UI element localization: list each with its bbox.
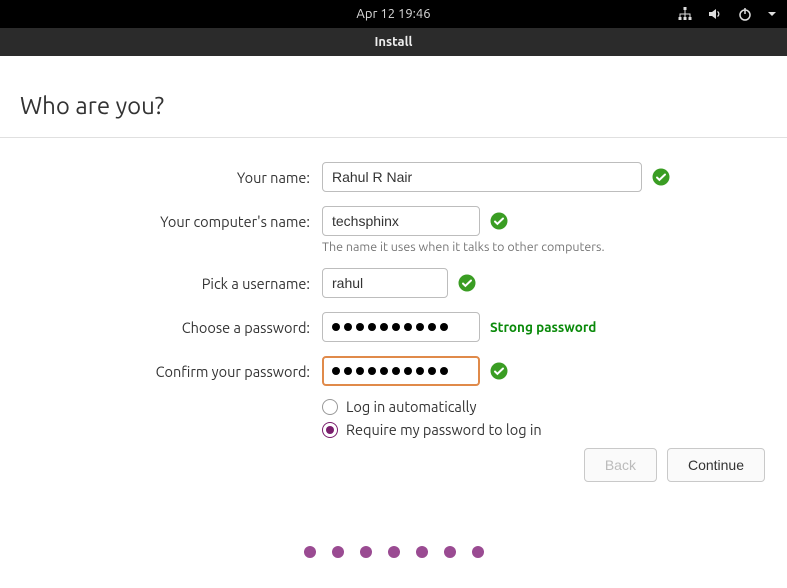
label-computer-name: Your computer's name:: [20, 213, 310, 230]
label-password: Choose a password:: [20, 319, 310, 336]
radio-icon: [322, 399, 338, 415]
radio-login-auto[interactable]: Log in automatically: [322, 398, 767, 415]
radio-require-password[interactable]: Require my password to log in: [322, 421, 767, 438]
confirm-password-field[interactable]: [322, 356, 480, 386]
installer-page: Who are you? Your name: Your computer's …: [0, 56, 787, 438]
radio-label: Log in automatically: [346, 398, 476, 415]
page-title: Who are you?: [20, 92, 767, 119]
window-titlebar: Install: [0, 28, 787, 56]
system-topbar: Apr 12 19:46: [0, 0, 787, 28]
label-confirm: Confirm your password:: [20, 363, 310, 380]
username-field[interactable]: [322, 268, 448, 298]
label-username: Pick a username:: [20, 275, 310, 292]
system-tray: [677, 0, 777, 28]
window-title: Install: [375, 35, 413, 49]
power-icon[interactable]: [737, 6, 753, 22]
progress-dot: [444, 546, 456, 558]
caret-down-icon[interactable]: [767, 9, 777, 19]
label-your-name: Your name:: [20, 169, 310, 186]
footer-buttons: Back Continue: [584, 448, 765, 482]
password-strength: Strong password: [490, 319, 596, 335]
your-name-field[interactable]: [322, 162, 642, 192]
password-field[interactable]: [322, 312, 480, 342]
continue-button[interactable]: Continue: [667, 448, 765, 482]
check-circle-icon: [458, 274, 476, 292]
login-options: Log in automatically Require my password…: [322, 398, 767, 438]
clock: Apr 12 19:46: [356, 7, 430, 21]
progress-dots: [0, 546, 787, 558]
divider: [0, 137, 787, 138]
progress-dot: [332, 546, 344, 558]
progress-dot: [388, 546, 400, 558]
back-button[interactable]: Back: [584, 448, 657, 482]
computer-name-field[interactable]: [322, 206, 480, 236]
progress-dot: [360, 546, 372, 558]
user-form: Your name: Your computer's name: The nam…: [20, 162, 767, 438]
check-circle-icon: [490, 362, 508, 380]
network-icon[interactable]: [677, 6, 693, 22]
progress-dot: [304, 546, 316, 558]
radio-icon: [322, 422, 338, 438]
check-circle-icon: [652, 168, 670, 186]
progress-dot: [472, 546, 484, 558]
check-circle-icon: [490, 212, 508, 230]
progress-dot: [416, 546, 428, 558]
radio-label: Require my password to log in: [346, 421, 542, 438]
computer-name-hint: The name it uses when it talks to other …: [322, 240, 767, 254]
volume-icon[interactable]: [707, 6, 723, 22]
